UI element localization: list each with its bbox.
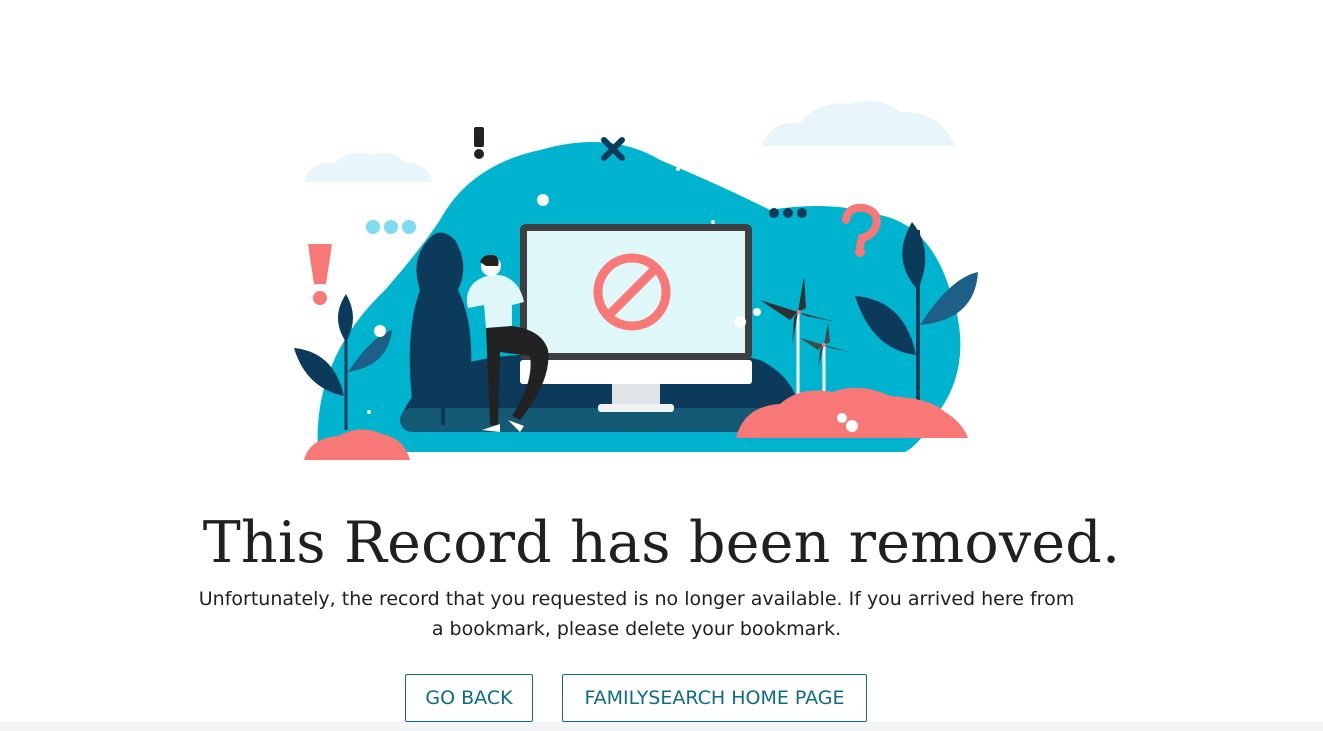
- monitor-icon: [520, 224, 752, 412]
- removed-record-page: This Record has been removed. Unfortunat…: [0, 0, 1323, 731]
- dots-icon: [366, 220, 416, 234]
- removed-record-illustration: [294, 100, 978, 460]
- footer-divider: [0, 722, 1323, 731]
- familysearch-home-button[interactable]: FAMILYSEARCH HOME PAGE: [562, 674, 867, 722]
- exclamation-icon: [474, 127, 484, 159]
- tree-icon: [409, 232, 472, 425]
- removed-message: Unfortunately, the record that you reque…: [198, 588, 1075, 640]
- go-back-button[interactable]: GO BACK: [405, 674, 533, 722]
- dots-icon: [769, 208, 807, 218]
- exclamation-icon: [308, 244, 332, 305]
- page-title: This Record has been removed.: [202, 510, 1121, 576]
